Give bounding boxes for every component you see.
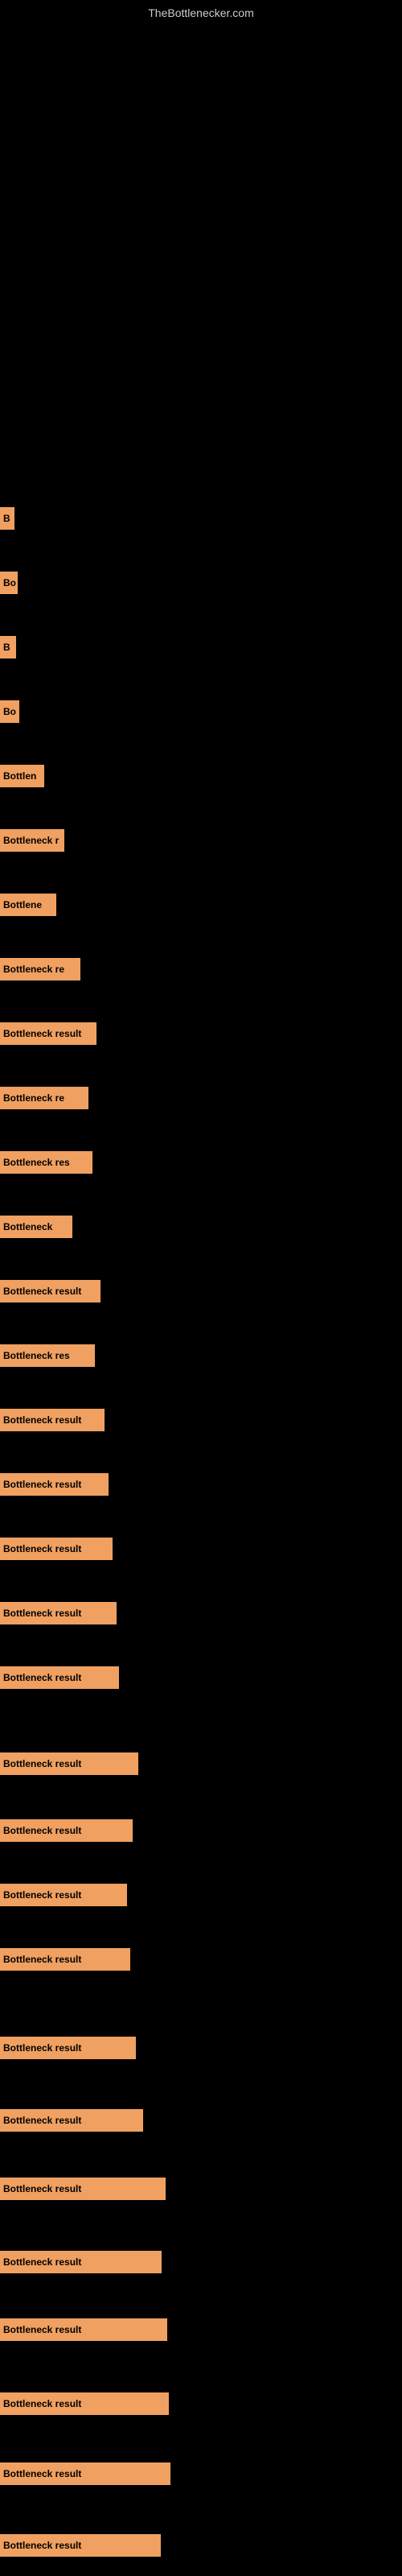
bottleneck-result-bar: Bottleneck result	[0, 2251, 162, 2273]
bottleneck-result-bar: Bottleneck result	[0, 2462, 170, 2485]
bottleneck-result-bar: Bottleneck result	[0, 1538, 113, 1560]
bottleneck-result-bar: Bottleneck res	[0, 1344, 95, 1367]
bottleneck-result-bar: Bottlene	[0, 894, 56, 916]
bottleneck-result-bar: Bottleneck result	[0, 1666, 119, 1689]
bottleneck-result-bar: Bo	[0, 572, 18, 594]
bottleneck-result-bar: Bottleneck result	[0, 2037, 136, 2059]
bottleneck-result-bar: Bottleneck result	[0, 1280, 100, 1302]
bottleneck-result-bar: Bottleneck re	[0, 958, 80, 980]
bottleneck-result-bar: Bottleneck result	[0, 1473, 109, 1496]
bottleneck-result-bar: Bottleneck result	[0, 2109, 143, 2132]
bottleneck-result-bar: Bottleneck result	[0, 1022, 96, 1045]
bottleneck-result-bar: Bottleneck result	[0, 2392, 169, 2415]
bottleneck-result-bar: Bottlen	[0, 765, 44, 787]
bottleneck-result-bar: Bottleneck result	[0, 2318, 167, 2341]
bottleneck-result-bar: Bo	[0, 700, 19, 723]
bottleneck-result-bar: B	[0, 636, 16, 658]
bottleneck-result-bar: Bottleneck result	[0, 1819, 133, 1842]
bottleneck-result-bar: B	[0, 507, 14, 530]
bottleneck-result-bar: Bottleneck result	[0, 2534, 161, 2557]
bottleneck-result-bar: Bottleneck result	[0, 2178, 166, 2200]
bottleneck-result-bar: Bottleneck result	[0, 1884, 127, 1906]
bottleneck-result-bar: Bottleneck result	[0, 1409, 105, 1431]
bottleneck-result-bar: Bottleneck result	[0, 1752, 138, 1775]
bottleneck-result-bar: Bottleneck result	[0, 1602, 117, 1624]
bottleneck-result-bar: Bottleneck res	[0, 1151, 92, 1174]
bottleneck-result-bar: Bottleneck re	[0, 1087, 88, 1109]
bottleneck-result-bar: Bottleneck r	[0, 829, 64, 852]
site-title: TheBottlenecker.com	[148, 6, 254, 19]
bottleneck-result-bar: Bottleneck	[0, 1216, 72, 1238]
bottleneck-result-bar: Bottleneck result	[0, 1948, 130, 1971]
